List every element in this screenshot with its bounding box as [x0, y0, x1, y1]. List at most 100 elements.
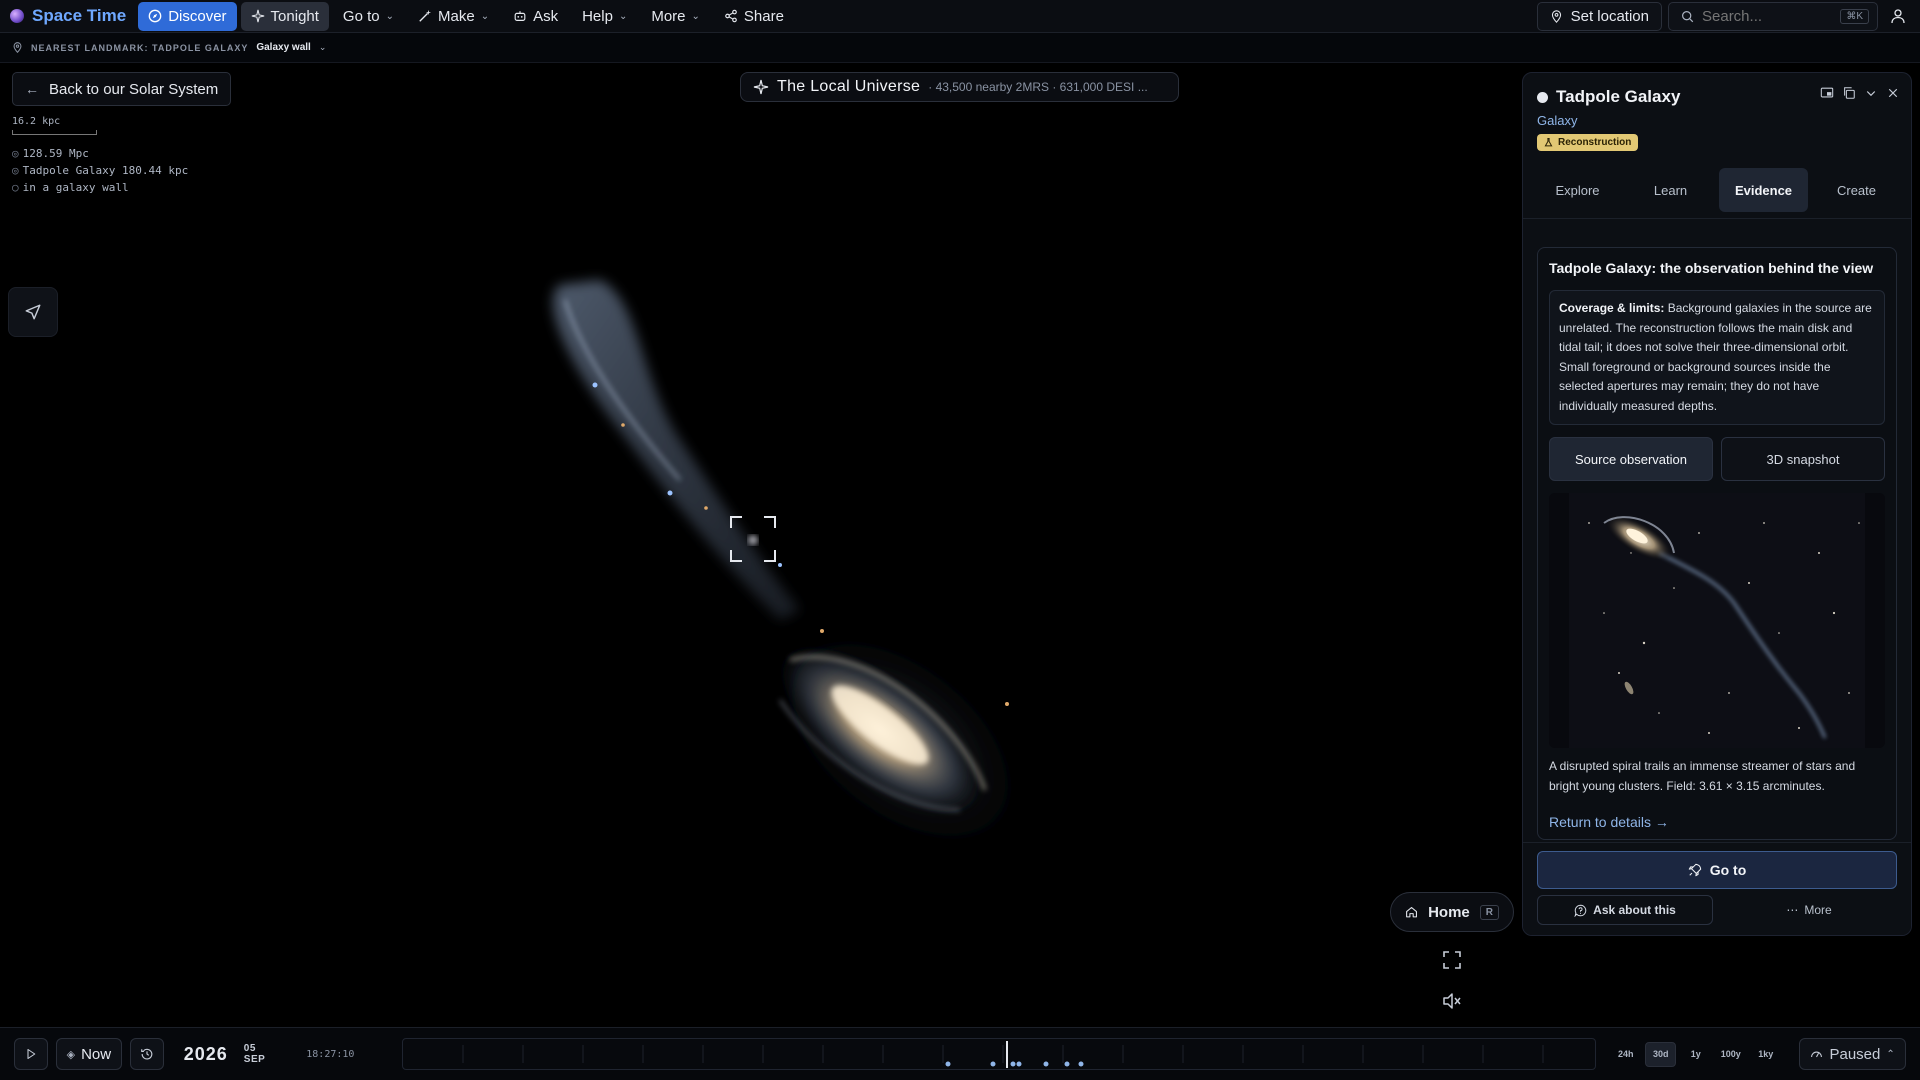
user-icon	[1891, 9, 1905, 24]
circle-icon: ◎	[12, 147, 19, 160]
wand-icon	[419, 9, 432, 22]
panel-header: Tadpole Galaxy Galaxy Reconstruction	[1523, 73, 1911, 152]
range-30d[interactable]: 30d	[1645, 1041, 1677, 1067]
timeline-ticks	[462, 1045, 1544, 1063]
chevron-down-icon[interactable]: ⌄	[319, 42, 327, 53]
return-to-details-link[interactable]: Return to details →	[1549, 814, 1885, 830]
nav-tonight-label: Tonight	[270, 7, 319, 25]
nav-discover-label: Discover	[168, 7, 227, 25]
nav-help[interactable]: Help ⌄	[572, 2, 637, 31]
target-reticle[interactable]	[730, 516, 776, 562]
dataset-subtitle: · 43,500 nearby 2MRS · 631,000 DESI ...	[928, 80, 1148, 94]
nav-make[interactable]: Make ⌄	[408, 2, 499, 31]
history-button[interactable]	[130, 1038, 164, 1070]
scale-indicator: 16.2 kpc	[12, 116, 97, 135]
nav-more-label: More	[651, 7, 686, 25]
playback-speed-button[interactable]: Paused ⌃	[1799, 1038, 1906, 1070]
tab-create[interactable]: Create	[1812, 168, 1901, 212]
picture-in-picture-icon[interactable]	[1819, 85, 1835, 101]
landmark-bar: NEAREST LANDMARK: TADPOLE GALAXY Galaxy …	[0, 33, 1920, 63]
gauge-icon	[1811, 1051, 1823, 1057]
range-24h[interactable]: 24h	[1610, 1042, 1641, 1067]
set-location-label: Set location	[1570, 7, 1649, 25]
search-box[interactable]: ⌘K	[1668, 1, 1878, 31]
brand[interactable]: Space Time	[8, 6, 134, 26]
time-bar: ◈ Now 2026 05 SEP 18:27:10 24h 30d 1y 10…	[0, 1027, 1920, 1080]
home-icon	[1406, 906, 1417, 918]
nav-goto[interactable]: Go to ⌄	[333, 2, 404, 31]
nav-tonight[interactable]: Tonight	[240, 1, 329, 31]
question-bubble-icon	[1574, 904, 1587, 917]
coverage-text: Background galaxies in the source are un…	[1559, 301, 1872, 413]
tab-learn[interactable]: Learn	[1626, 168, 1715, 212]
info-context: in a galaxy wall	[22, 181, 129, 194]
location-pin-icon	[1551, 9, 1561, 23]
range-100y[interactable]: 100y	[1715, 1042, 1746, 1067]
sparkle-icon	[251, 9, 264, 23]
nav-help-label: Help	[582, 7, 613, 25]
nav-share[interactable]: Share	[714, 2, 794, 31]
topbar-right: Set location ⌘K	[1536, 1, 1912, 31]
panel-actions	[1819, 85, 1901, 101]
fullscreen-icon[interactable]	[1440, 948, 1464, 972]
badge-label: Reconstruction	[1558, 137, 1632, 148]
now-label: Now	[81, 1045, 112, 1063]
back-to-solar-system-button[interactable]: ← Back to our Solar System	[12, 72, 232, 106]
timeline-scrubber[interactable]	[402, 1038, 1597, 1070]
info-target: Tadpole Galaxy 180.44 kpc	[22, 164, 189, 177]
footer-actions: Ask about this ⋯ More	[1537, 895, 1897, 925]
cursor-tool-button[interactable]	[8, 287, 58, 337]
search-input[interactable]	[1702, 7, 1822, 25]
close-icon[interactable]	[1885, 85, 1901, 101]
mute-icon[interactable]	[1440, 989, 1464, 1013]
chevron-down-icon: ⌄	[480, 10, 490, 22]
chevron-down-icon: ⌄	[618, 10, 628, 22]
home-shortcut: R	[1479, 904, 1499, 920]
set-location-button[interactable]: Set location	[1536, 1, 1662, 31]
coverage-label: Coverage & limits:	[1559, 301, 1665, 315]
tadpole-galaxy	[553, 280, 1048, 872]
year-display: 2026	[183, 1043, 228, 1064]
observation-image[interactable]	[1549, 493, 1885, 748]
panel-footer: Go to Ask about this ⋯ More	[1523, 842, 1911, 935]
scale-label: 16.2 kpc	[12, 116, 61, 127]
copy-icon[interactable]	[1841, 85, 1857, 101]
nav-discover[interactable]: Discover	[138, 1, 237, 31]
goto-button[interactable]: Go to	[1537, 851, 1897, 889]
ask-about-this-button[interactable]: Ask about this	[1537, 895, 1713, 925]
dataset-title-text: The Local Universe	[777, 78, 921, 95]
info-line: ○ in a galaxy wall	[12, 179, 188, 196]
user-button[interactable]	[1884, 2, 1912, 30]
now-button[interactable]: ◈ Now	[55, 1038, 123, 1070]
search-shortcut: ⌘K	[1840, 8, 1869, 24]
back-label: Back to our Solar System	[49, 80, 219, 98]
scale-bar	[12, 130, 97, 135]
tab-explore[interactable]: Explore	[1533, 168, 1622, 212]
info-line: ◎ Tadpole Galaxy 180.44 kpc	[12, 162, 188, 179]
arrow-left-icon: ←	[25, 81, 39, 97]
3d-snapshot-button[interactable]: 3D snapshot	[1721, 437, 1885, 481]
flask-icon	[1544, 138, 1553, 147]
more-button[interactable]: ⋯ More	[1721, 895, 1897, 925]
landmark-dropdown[interactable]: Galaxy wall	[256, 42, 310, 53]
location-pin-icon	[13, 42, 22, 53]
coverage-note: Coverage & limits: Background galaxies i…	[1549, 290, 1885, 425]
object-dot-icon	[1537, 91, 1548, 103]
tab-evidence[interactable]: Evidence	[1719, 168, 1808, 212]
panel-tabs: Explore Learn Evidence Create	[1523, 152, 1911, 212]
circle-icon: ○	[12, 181, 19, 194]
range-1y[interactable]: 1y	[1680, 1042, 1711, 1067]
history-icon	[141, 1048, 153, 1060]
chevron-down-icon[interactable]	[1863, 85, 1879, 101]
divider	[1523, 218, 1911, 219]
home-button[interactable]: Home R	[1390, 892, 1514, 932]
cursor-icon	[25, 304, 41, 320]
range-1ky[interactable]: 1ky	[1750, 1042, 1781, 1067]
play-button[interactable]	[14, 1038, 48, 1070]
chevron-up-icon: ⌃	[1886, 1048, 1895, 1060]
sparkle-icon	[753, 79, 769, 95]
source-observation-button[interactable]: Source observation	[1549, 437, 1713, 481]
nav-ask[interactable]: Ask	[503, 2, 568, 31]
dataset-title[interactable]: The Local Universe · 43,500 nearby 2MRS …	[740, 72, 1179, 102]
nav-more[interactable]: More ⌄	[641, 2, 710, 31]
